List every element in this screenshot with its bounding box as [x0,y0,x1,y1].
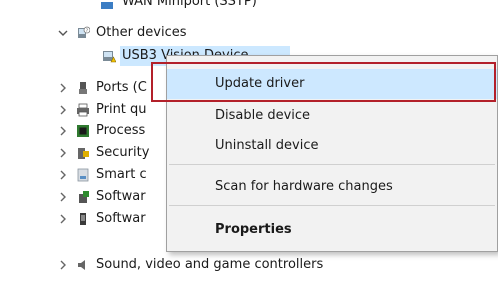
menu-separator [169,205,495,206]
menu-item-label: Uninstall device [215,138,319,153]
chevron-right-icon[interactable] [56,255,70,275]
smart-card-icon [77,168,89,182]
tree-label: WAN Miniport (SSTP) [122,0,257,9]
menu-item-disable-device[interactable]: Disable device [167,101,497,131]
chevron-right-icon[interactable] [56,165,70,185]
tree-label: Other devices [96,25,187,40]
printer-icon [77,103,89,117]
tree-label: Sound, video and game controllers [96,257,324,272]
tree-label: Smart c [96,167,147,182]
menu-item-uninstall-device[interactable]: Uninstall device [167,131,497,161]
tree-label: Process [96,123,146,138]
menu-item-properties[interactable]: Properties [167,215,497,245]
tree-label: Print qu [96,102,147,117]
chevron-right-icon[interactable] [56,209,70,229]
menu-item-label: Scan for hardware changes [215,179,393,194]
chevron-right-icon[interactable] [56,121,70,141]
tree-label: Security [96,145,150,160]
tree-label: Softwar [96,189,146,204]
network-adapter-icon [101,2,113,9]
software-component-icon [79,191,89,203]
unknown-device-icon: ? [78,26,90,38]
menu-item-scan-hardware[interactable]: Scan for hardware changes [167,172,497,202]
tree-label: Ports (C [96,80,147,95]
menu-separator [169,164,495,165]
context-menu: Update driver Disable device Uninstall d… [166,55,498,252]
tree-label: Softwar [96,211,146,226]
chevron-down-icon[interactable] [56,23,70,43]
processor-icon [77,125,89,137]
speaker-icon [78,260,85,270]
software-device-icon [80,213,86,225]
chevron-right-icon[interactable] [56,143,70,163]
security-device-icon [78,148,89,159]
chevron-right-icon[interactable] [56,187,70,207]
menu-item-update-driver[interactable]: Update driver [167,69,497,99]
menu-item-label: Update driver [215,76,305,91]
chevron-right-icon[interactable] [56,78,70,98]
port-icon [79,82,87,94]
chevron-right-icon[interactable] [56,100,70,120]
menu-item-label: Disable device [215,108,311,123]
warning-device-icon [103,51,116,63]
menu-item-label: Properties [215,222,292,237]
